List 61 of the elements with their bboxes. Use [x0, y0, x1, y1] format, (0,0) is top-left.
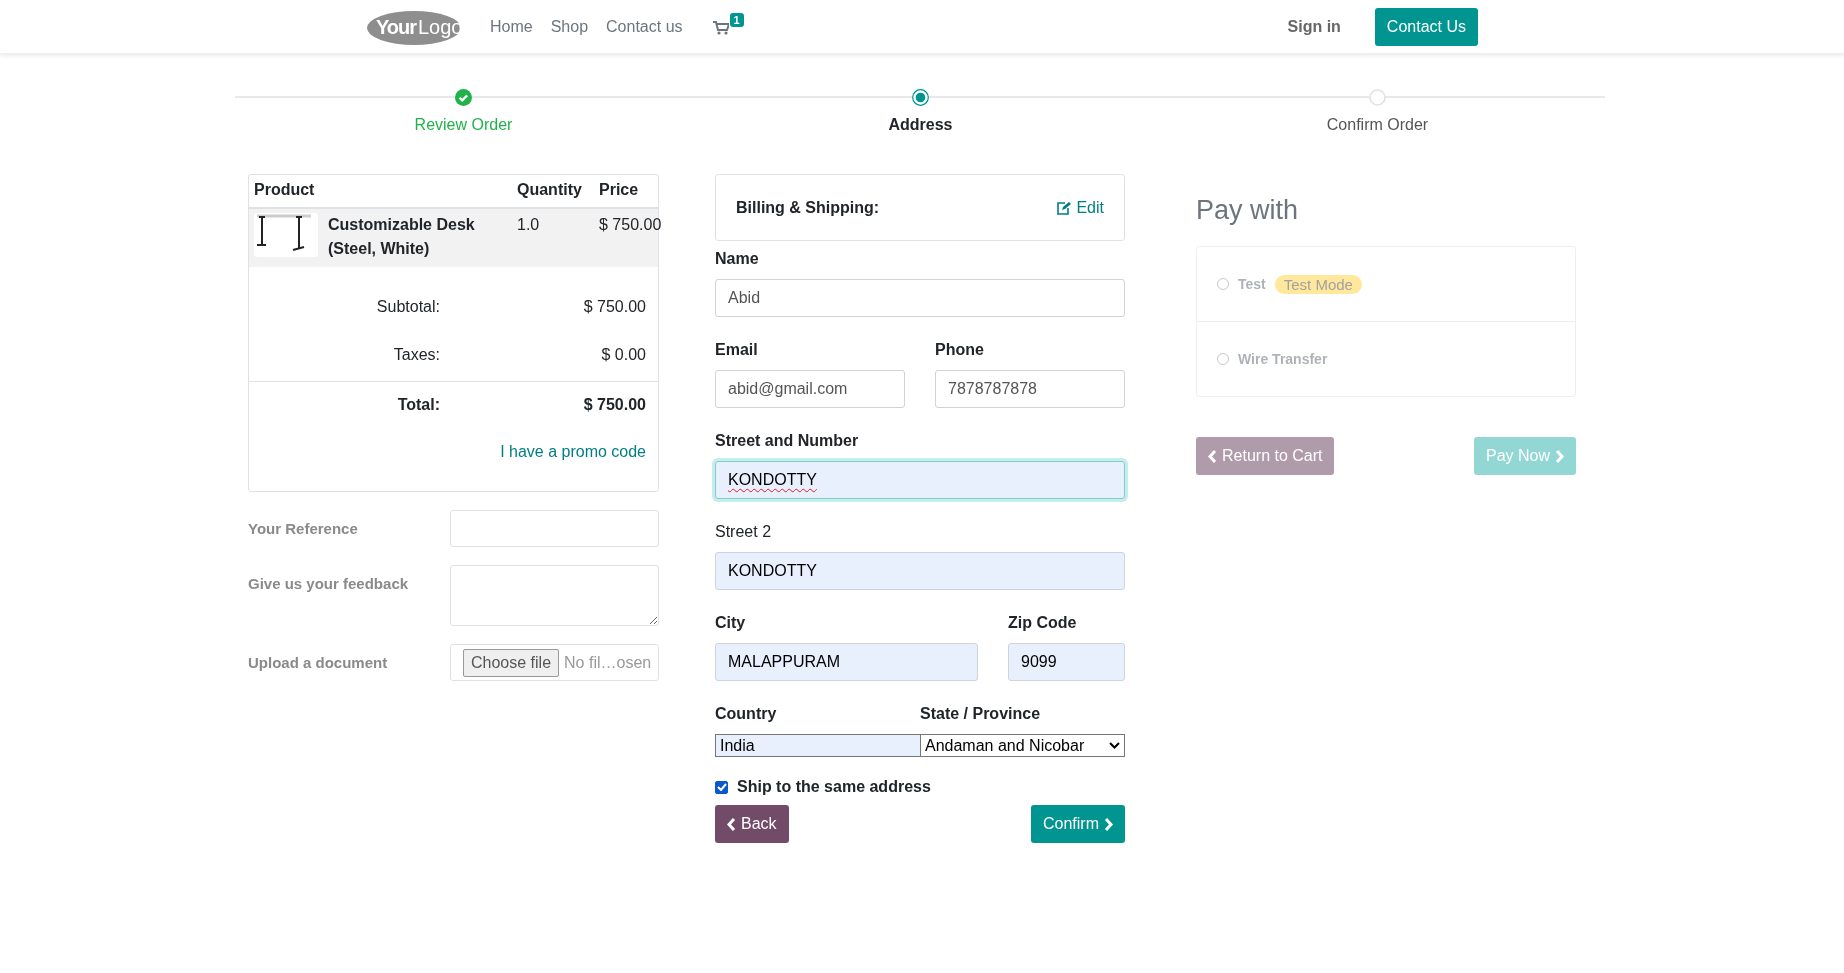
edit-icon [1056, 200, 1072, 215]
cart-count-badge: 1 [729, 12, 744, 27]
back-button[interactable]: Back [715, 805, 789, 843]
column-header: Price [599, 181, 640, 199]
column-header: Quantity [517, 181, 583, 199]
field-label: Your Reference [248, 519, 358, 539]
text-input[interactable]: KONDOTTY [715, 461, 1125, 499]
step-label: Confirm Order [1326, 116, 1429, 134]
subtotal-label: Subtotal: [375, 297, 440, 317]
text-input[interactable]: KONDOTTY [715, 552, 1125, 590]
text-input[interactable]: 7878787878 [935, 370, 1125, 408]
edit-link[interactable]: Edit [1056, 198, 1104, 217]
file-upload-field[interactable]: Choose file No fil…osen [450, 644, 659, 681]
pay-with-heading: Pay with [1196, 195, 1300, 226]
reference-input[interactable] [450, 510, 659, 547]
field-label: City [715, 614, 747, 632]
contact-us-button[interactable]: Contact Us [1374, 7, 1478, 46]
field-label: Street 2 [715, 523, 773, 541]
total-value: $ 750.00 [582, 395, 646, 415]
product-name[interactable]: Customizable Desk (Steel, White) [328, 213, 517, 261]
text-input[interactable]: MALAPPURAM [715, 643, 978, 681]
text-input[interactable]: 9099 [1008, 643, 1125, 681]
chevron-right-icon [1104, 817, 1113, 831]
text-input[interactable]: abid@gmail.com [715, 370, 905, 408]
chevron-right-icon [1555, 449, 1564, 463]
quantity-cell-text: 1.0 [517, 215, 541, 235]
state-select[interactable]: Andaman and Nicobar [920, 734, 1125, 757]
price-cell-text: $ 750.00 [599, 215, 662, 235]
nav-link[interactable]: Contact us [606, 17, 683, 36]
caret-icon [1109, 742, 1120, 749]
checkbox-label[interactable]: Ship to the same address [737, 778, 931, 796]
test-mode-badge: Test Mode [1274, 274, 1362, 294]
field-label: Phone [935, 341, 985, 359]
promo-code-link[interactable]: I have a promo code [500, 443, 646, 460]
nav-link[interactable]: Shop [550, 17, 589, 36]
text-input[interactable]: Abid [715, 279, 1125, 317]
checkbox[interactable] [715, 780, 728, 794]
field-label: State / Province [920, 705, 1042, 723]
country-field[interactable]: India [715, 734, 920, 757]
field-label: Zip Code [1008, 614, 1078, 632]
chevron-left-icon [1208, 449, 1217, 463]
chevron-left-icon [727, 817, 736, 831]
cart-icon[interactable] [712, 20, 729, 35]
step-label: Address [888, 116, 953, 134]
billing-title: Billing & Shipping: [736, 198, 880, 217]
field-label: Upload a document [248, 653, 388, 673]
subtotal-value: $ 750.00 [582, 297, 646, 317]
field-label: Email [715, 341, 759, 359]
total-label: Total: [396, 395, 440, 415]
sign-in-link[interactable]: Sign in [1287, 17, 1341, 36]
confirm-button[interactable]: Confirm [1031, 805, 1125, 843]
field-label: Name [715, 250, 760, 268]
step-label: Review Order [414, 116, 513, 134]
field-label: Street and Number [715, 432, 860, 450]
taxes-value: $ 0.00 [600, 345, 646, 365]
taxes-label: Taxes: [392, 345, 440, 365]
field-label: Country [715, 705, 778, 723]
feedback-textarea[interactable] [450, 565, 659, 626]
nav-link[interactable]: Home [490, 17, 533, 36]
column-header: Product [254, 181, 316, 199]
field-label: Give us your feedback [248, 574, 409, 594]
